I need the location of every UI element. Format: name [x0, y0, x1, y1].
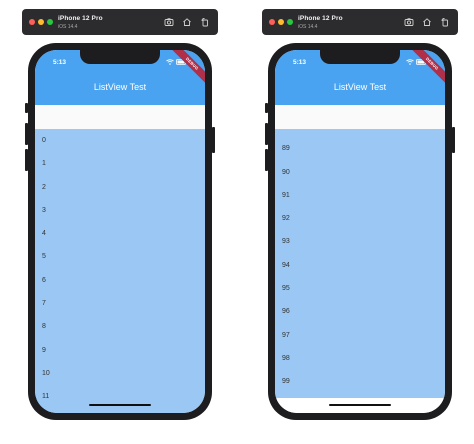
list-item[interactable]: 7: [35, 296, 205, 319]
window-controls: [29, 19, 53, 25]
home-indicator[interactable]: [329, 404, 391, 406]
home-icon[interactable]: [422, 17, 432, 27]
close-button[interactable]: [29, 19, 35, 25]
volume-down-button: [25, 149, 28, 171]
list-item[interactable]: 0: [35, 133, 205, 156]
rotate-icon[interactable]: [440, 17, 450, 27]
app-bar-title: ListView Test: [93, 82, 147, 92]
list-item[interactable]: 8: [35, 319, 205, 342]
device-name: iPhone 12 Pro: [298, 15, 343, 22]
header-strip: [275, 105, 445, 129]
home-indicator[interactable]: [89, 404, 151, 406]
list-item[interactable]: 11: [35, 389, 205, 412]
volume-up-button: [25, 123, 28, 145]
os-version: iOS 14.4: [58, 24, 78, 30]
list-item[interactable]: 98: [275, 351, 445, 374]
simulator-title-bar: iPhone 12 Pro iOS 14.4: [22, 9, 218, 35]
power-button: [452, 127, 455, 153]
list-item[interactable]: 6: [35, 273, 205, 296]
list-item[interactable]: 93: [275, 234, 445, 257]
window-controls: [269, 19, 293, 25]
status-time: 5:13: [293, 59, 307, 66]
volume-up-button: [265, 123, 268, 145]
list-item[interactable]: 97: [275, 328, 445, 351]
simulator-toolbar: [404, 17, 450, 27]
rotate-icon[interactable]: [200, 17, 210, 27]
simulator-title-bar: iPhone 12 Pro iOS 14.4: [262, 9, 458, 35]
minimize-button[interactable]: [278, 19, 284, 25]
mute-switch: [25, 103, 28, 113]
list-items: 88 89 90 91 92 93 94 95 96 97 98 99: [275, 129, 445, 398]
notch: [320, 50, 400, 64]
list-item[interactable]: 95: [275, 281, 445, 304]
power-button: [212, 127, 215, 153]
wifi-icon: [406, 59, 414, 65]
app-bar: 5:13 ListView Test: [275, 50, 445, 105]
volume-down-button: [265, 149, 268, 171]
list-item[interactable]: 96: [275, 304, 445, 327]
os-version: iOS 14.4: [298, 24, 318, 30]
status-time: 5:13: [53, 59, 67, 66]
iphone-frame: 5:13 ListView Test DEBUG 0 1 2 3 4 5 6 7…: [25, 43, 215, 420]
mute-switch: [265, 103, 268, 113]
list-item[interactable]: 4: [35, 226, 205, 249]
list-item[interactable]: 99: [275, 374, 445, 397]
list-item[interactable]: 91: [275, 188, 445, 211]
home-icon[interactable]: [182, 17, 192, 27]
phone-screen: 5:13 ListView Test DEBUG 88 89 90 91 92 …: [275, 50, 445, 413]
zoom-button[interactable]: [47, 19, 53, 25]
list-items: 0 1 2 3 4 5 6 7 8 9 10 11: [35, 133, 205, 413]
simulator-toolbar: [164, 17, 210, 27]
notch: [80, 50, 160, 64]
list-view[interactable]: 88 89 90 91 92 93 94 95 96 97 98 99: [275, 129, 445, 398]
device-name: iPhone 12 Pro: [58, 15, 103, 22]
list-item[interactable]: 89: [275, 141, 445, 164]
phone-screen: 5:13 ListView Test DEBUG 0 1 2 3 4 5 6 7…: [35, 50, 205, 413]
list-item[interactable]: 10: [35, 366, 205, 389]
iphone-frame: 5:13 ListView Test DEBUG 88 89 90 91 92 …: [265, 43, 455, 420]
minimize-button[interactable]: [38, 19, 44, 25]
list-item[interactable]: 2: [35, 180, 205, 203]
close-button[interactable]: [269, 19, 275, 25]
list-item[interactable]: 5: [35, 249, 205, 272]
zoom-button[interactable]: [287, 19, 293, 25]
list-item[interactable]: 88: [275, 129, 445, 141]
simulator-window-right: iPhone 12 Pro iOS 14.4 5:13 ListView Tes…: [262, 9, 458, 434]
list-item[interactable]: 94: [275, 258, 445, 281]
simulator-window-left: iPhone 12 Pro iOS 14.4 5:13 ListView Tes…: [22, 9, 218, 434]
app-bar: 5:13 ListView Test: [35, 50, 205, 105]
header-strip: [35, 105, 205, 129]
list-item[interactable]: 1: [35, 156, 205, 179]
screenshot-icon[interactable]: [164, 17, 174, 27]
list-item[interactable]: 92: [275, 211, 445, 234]
wifi-icon: [166, 59, 174, 65]
list-item[interactable]: 9: [35, 343, 205, 366]
list-item[interactable]: 90: [275, 165, 445, 188]
list-view[interactable]: 0 1 2 3 4 5 6 7 8 9 10 11: [35, 129, 205, 413]
screenshot-icon[interactable]: [404, 17, 414, 27]
app-bar-title: ListView Test: [333, 82, 387, 92]
list-item[interactable]: 3: [35, 203, 205, 226]
